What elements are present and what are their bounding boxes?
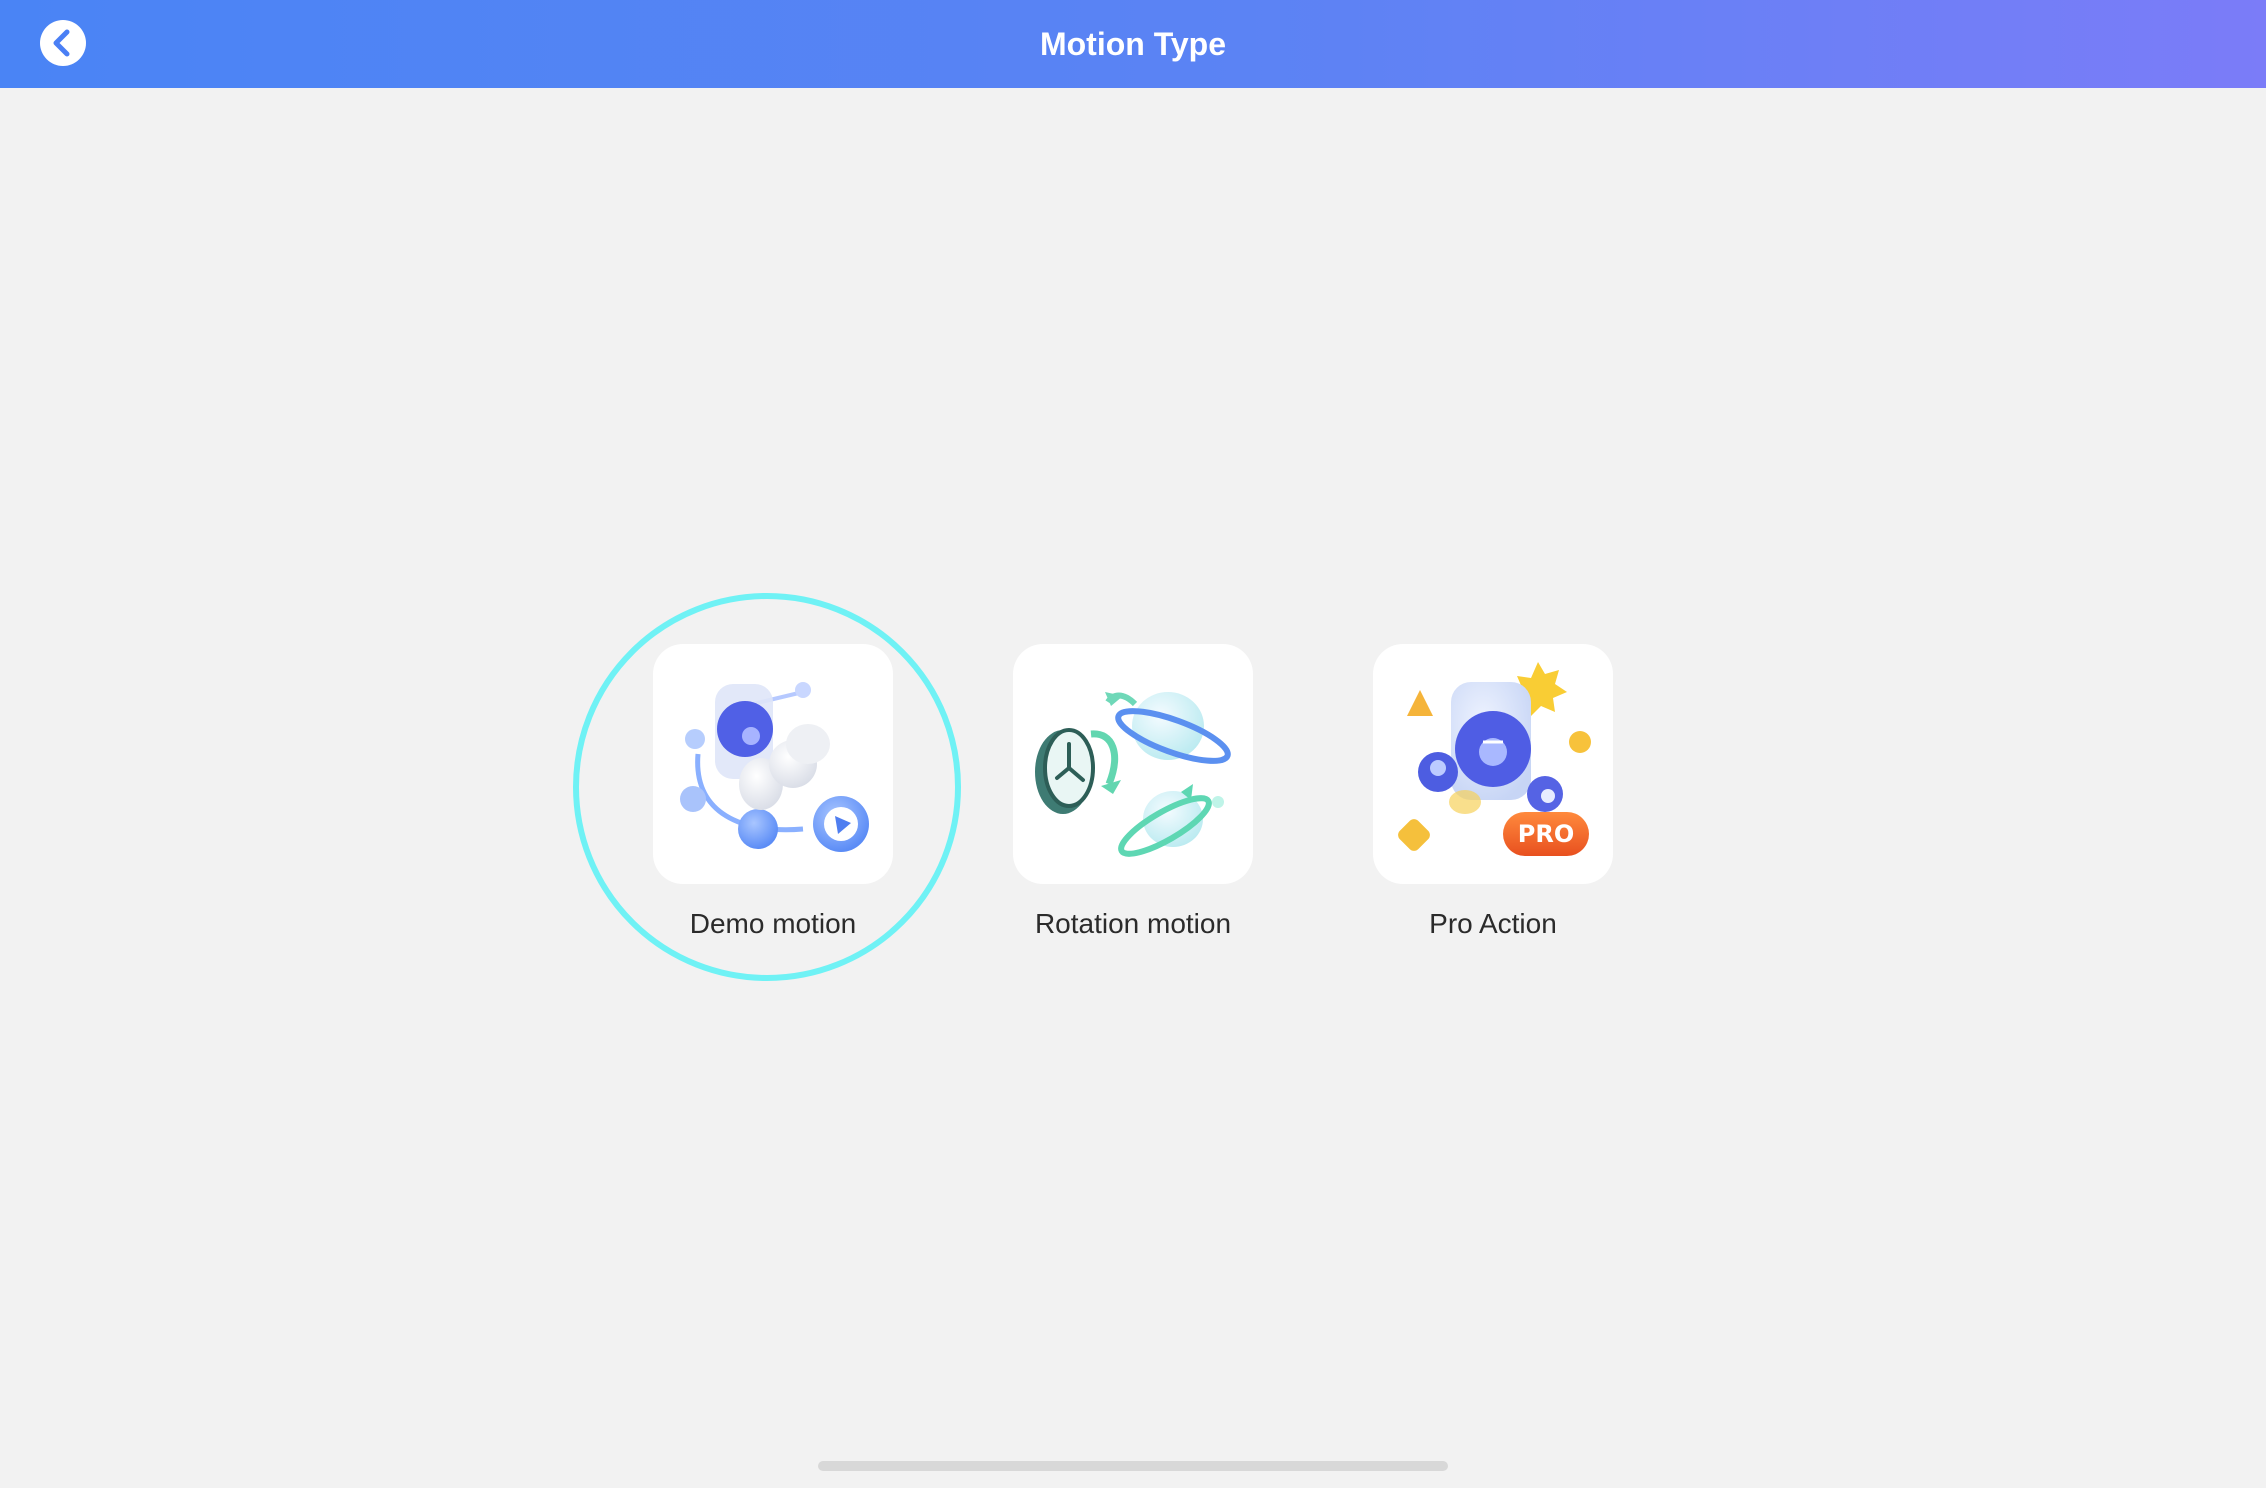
- pro-badge: PRO: [1518, 820, 1574, 848]
- rotation-motion-card[interactable]: Rotation motion: [1013, 644, 1253, 940]
- home-indicator[interactable]: [818, 1461, 1448, 1471]
- rotation-motion-tile[interactable]: [1013, 644, 1253, 884]
- pro-action-icon: PRO: [1398, 662, 1591, 856]
- rotation-motion-icon: [1035, 692, 1231, 857]
- motion-type-screen: Motion Type Demo motion Rotation motion …: [0, 0, 2266, 1488]
- demo-motion-label: Demo motion: [689, 908, 857, 939]
- motion-type-list: Demo motion Rotation motion PRO Pro Acti…: [0, 0, 2266, 1488]
- demo-motion-tile[interactable]: [653, 644, 893, 884]
- rotation-motion-label: Rotation motion: [1034, 908, 1232, 939]
- pro-action-tile[interactable]: PRO: [1373, 644, 1613, 884]
- demo-motion-icon: [680, 682, 869, 852]
- pro-action-card[interactable]: PRO Pro Action: [1373, 644, 1613, 940]
- demo-motion-card[interactable]: Demo motion: [653, 644, 893, 940]
- pro-action-label: Pro Action: [1429, 908, 1557, 939]
